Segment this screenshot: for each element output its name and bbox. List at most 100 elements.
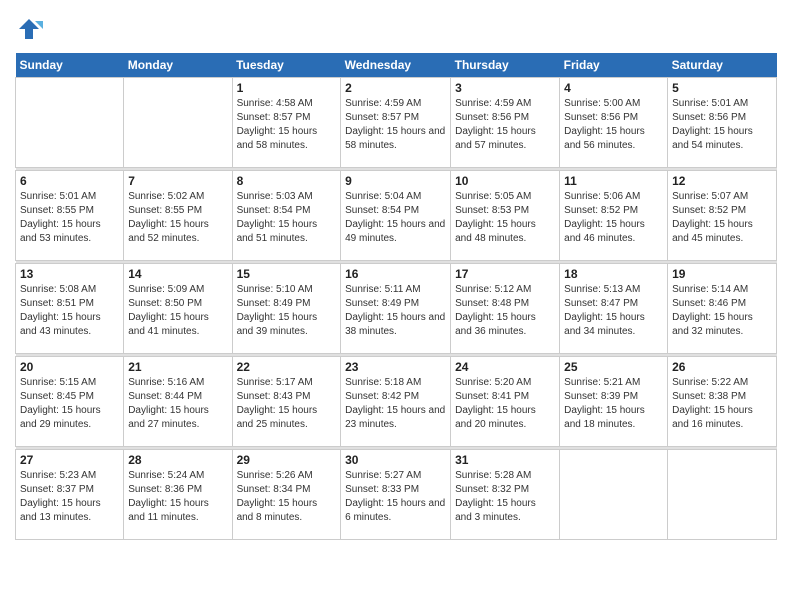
day-number: 21: [128, 360, 227, 374]
day-detail: Sunrise: 5:02 AM Sunset: 8:55 PM Dayligh…: [128, 190, 227, 246]
day-number: 6: [20, 174, 119, 188]
day-cell: 30 Sunrise: 5:27 AM Sunset: 8:33 PM Dayli…: [341, 450, 451, 540]
day-detail: Sunrise: 5:12 AM Sunset: 8:48 PM Dayligh…: [455, 283, 555, 339]
day-detail: Sunrise: 5:10 AM Sunset: 8:49 PM Dayligh…: [237, 283, 337, 339]
day-number: 11: [564, 174, 663, 188]
week-row-1: 1 Sunrise: 4:58 AM Sunset: 8:57 PM Daylig…: [16, 78, 777, 168]
day-detail: Sunrise: 5:13 AM Sunset: 8:47 PM Dayligh…: [564, 283, 663, 339]
day-number: 4: [564, 81, 663, 95]
day-cell: 5 Sunrise: 5:01 AM Sunset: 8:56 PM Daylig…: [668, 78, 777, 168]
day-detail: Sunrise: 5:05 AM Sunset: 8:53 PM Dayligh…: [455, 190, 555, 246]
day-cell: 4 Sunrise: 5:00 AM Sunset: 8:56 PM Daylig…: [560, 78, 668, 168]
day-cell: 26 Sunrise: 5:22 AM Sunset: 8:38 PM Dayli…: [668, 357, 777, 447]
day-number: 16: [345, 267, 446, 281]
day-number: 5: [672, 81, 772, 95]
calendar-table: SundayMondayTuesdayWednesdayThursdayFrid…: [15, 53, 777, 540]
day-detail: Sunrise: 5:17 AM Sunset: 8:43 PM Dayligh…: [237, 376, 337, 432]
day-detail: Sunrise: 5:08 AM Sunset: 8:51 PM Dayligh…: [20, 283, 119, 339]
day-number: 28: [128, 453, 227, 467]
day-detail: Sunrise: 5:21 AM Sunset: 8:39 PM Dayligh…: [564, 376, 663, 432]
day-cell: 9 Sunrise: 5:04 AM Sunset: 8:54 PM Daylig…: [341, 171, 451, 261]
day-number: 9: [345, 174, 446, 188]
header-sunday: Sunday: [16, 53, 124, 78]
day-cell: 21 Sunrise: 5:16 AM Sunset: 8:44 PM Dayli…: [124, 357, 232, 447]
day-detail: Sunrise: 5:28 AM Sunset: 8:32 PM Dayligh…: [455, 469, 555, 525]
day-cell: 10 Sunrise: 5:05 AM Sunset: 8:53 PM Dayli…: [451, 171, 560, 261]
day-detail: Sunrise: 4:59 AM Sunset: 8:57 PM Dayligh…: [345, 97, 446, 153]
day-number: 2: [345, 81, 446, 95]
day-number: 14: [128, 267, 227, 281]
day-detail: Sunrise: 5:01 AM Sunset: 8:56 PM Dayligh…: [672, 97, 772, 153]
day-cell: [16, 78, 124, 168]
week-row-5: 27Sunrise: 5:23 AM Sunset: 8:37 PM Dayli…: [16, 450, 777, 540]
day-detail: Sunrise: 4:58 AM Sunset: 8:57 PM Dayligh…: [237, 97, 337, 153]
day-number: 19: [672, 267, 772, 281]
day-number: 1: [237, 81, 337, 95]
day-number: 7: [128, 174, 227, 188]
logo: [15, 15, 47, 43]
day-cell: 8 Sunrise: 5:03 AM Sunset: 8:54 PM Daylig…: [232, 171, 341, 261]
day-number: 26: [672, 360, 772, 374]
day-cell: 7 Sunrise: 5:02 AM Sunset: 8:55 PM Daylig…: [124, 171, 232, 261]
day-cell: 16 Sunrise: 5:11 AM Sunset: 8:49 PM Dayli…: [341, 264, 451, 354]
day-number: 10: [455, 174, 555, 188]
week-row-3: 13 Sunrise: 5:08 AM Sunset: 8:51 PM Dayli…: [16, 264, 777, 354]
day-number: 18: [564, 267, 663, 281]
day-number: 13: [20, 267, 119, 281]
day-number: 3: [455, 81, 555, 95]
day-detail: Sunrise: 5:27 AM Sunset: 8:33 PM Dayligh…: [345, 469, 446, 525]
day-cell: 1 Sunrise: 4:58 AM Sunset: 8:57 PM Daylig…: [232, 78, 341, 168]
day-number: 8: [237, 174, 337, 188]
day-detail: Sunrise: 5:00 AM Sunset: 8:56 PM Dayligh…: [564, 97, 663, 153]
day-number: 17: [455, 267, 555, 281]
header-saturday: Saturday: [668, 53, 777, 78]
header-thursday: Thursday: [451, 53, 560, 78]
day-cell: 15Sunrise: 5:10 AM Sunset: 8:49 PM Dayli…: [232, 264, 341, 354]
day-cell: 20Sunrise: 5:15 AM Sunset: 8:45 PM Dayli…: [16, 357, 124, 447]
day-cell: 18 Sunrise: 5:13 AM Sunset: 8:47 PM Dayli…: [560, 264, 668, 354]
day-detail: Sunrise: 5:15 AM Sunset: 8:45 PM Dayligh…: [20, 376, 119, 432]
day-cell: 28 Sunrise: 5:24 AM Sunset: 8:36 PM Dayli…: [124, 450, 232, 540]
header-monday: Monday: [124, 53, 232, 78]
page-header: [15, 15, 777, 43]
day-cell: 27Sunrise: 5:23 AM Sunset: 8:37 PM Dayli…: [16, 450, 124, 540]
day-cell: 11 Sunrise: 5:06 AM Sunset: 8:52 PM Dayli…: [560, 171, 668, 261]
day-cell: 14 Sunrise: 5:09 AM Sunset: 8:50 PM Dayli…: [124, 264, 232, 354]
day-detail: Sunrise: 5:11 AM Sunset: 8:49 PM Dayligh…: [345, 283, 446, 339]
day-detail: Sunrise: 5:14 AM Sunset: 8:46 PM Dayligh…: [672, 283, 772, 339]
day-detail: Sunrise: 5:24 AM Sunset: 8:36 PM Dayligh…: [128, 469, 227, 525]
day-detail: Sunrise: 5:01 AM Sunset: 8:55 PM Dayligh…: [20, 190, 119, 246]
header-wednesday: Wednesday: [341, 53, 451, 78]
day-detail: Sunrise: 5:06 AM Sunset: 8:52 PM Dayligh…: [564, 190, 663, 246]
day-detail: Sunrise: 5:09 AM Sunset: 8:50 PM Dayligh…: [128, 283, 227, 339]
day-detail: Sunrise: 5:26 AM Sunset: 8:34 PM Dayligh…: [237, 469, 337, 525]
calendar-header-row: SundayMondayTuesdayWednesdayThursdayFrid…: [16, 53, 777, 78]
day-number: 24: [455, 360, 555, 374]
day-cell: 24 Sunrise: 5:20 AM Sunset: 8:41 PM Dayli…: [451, 357, 560, 447]
header-friday: Friday: [560, 53, 668, 78]
week-row-4: 20Sunrise: 5:15 AM Sunset: 8:45 PM Dayli…: [16, 357, 777, 447]
day-number: 29: [237, 453, 337, 467]
day-cell: 2 Sunrise: 4:59 AM Sunset: 8:57 PM Daylig…: [341, 78, 451, 168]
day-detail: Sunrise: 5:16 AM Sunset: 8:44 PM Dayligh…: [128, 376, 227, 432]
day-cell: 6 Sunrise: 5:01 AM Sunset: 8:55 PM Daylig…: [16, 171, 124, 261]
logo-icon: [15, 15, 43, 43]
day-detail: Sunrise: 5:22 AM Sunset: 8:38 PM Dayligh…: [672, 376, 772, 432]
day-cell: 19 Sunrise: 5:14 AM Sunset: 8:46 PM Dayli…: [668, 264, 777, 354]
day-detail: Sunrise: 5:23 AM Sunset: 8:37 PM Dayligh…: [20, 469, 119, 525]
day-number: 23: [345, 360, 446, 374]
day-detail: Sunrise: 5:03 AM Sunset: 8:54 PM Dayligh…: [237, 190, 337, 246]
day-cell: 12Sunrise: 5:07 AM Sunset: 8:52 PM Dayli…: [668, 171, 777, 261]
day-cell: 23 Sunrise: 5:18 AM Sunset: 8:42 PM Dayli…: [341, 357, 451, 447]
day-detail: Sunrise: 5:18 AM Sunset: 8:42 PM Dayligh…: [345, 376, 446, 432]
day-number: 12: [672, 174, 772, 188]
day-detail: Sunrise: 5:20 AM Sunset: 8:41 PM Dayligh…: [455, 376, 555, 432]
day-cell: 22Sunrise: 5:17 AM Sunset: 8:43 PM Dayli…: [232, 357, 341, 447]
day-cell: [668, 450, 777, 540]
header-tuesday: Tuesday: [232, 53, 341, 78]
day-number: 30: [345, 453, 446, 467]
day-detail: Sunrise: 4:59 AM Sunset: 8:56 PM Dayligh…: [455, 97, 555, 153]
day-detail: Sunrise: 5:04 AM Sunset: 8:54 PM Dayligh…: [345, 190, 446, 246]
day-cell: [124, 78, 232, 168]
day-cell: 25Sunrise: 5:21 AM Sunset: 8:39 PM Dayli…: [560, 357, 668, 447]
